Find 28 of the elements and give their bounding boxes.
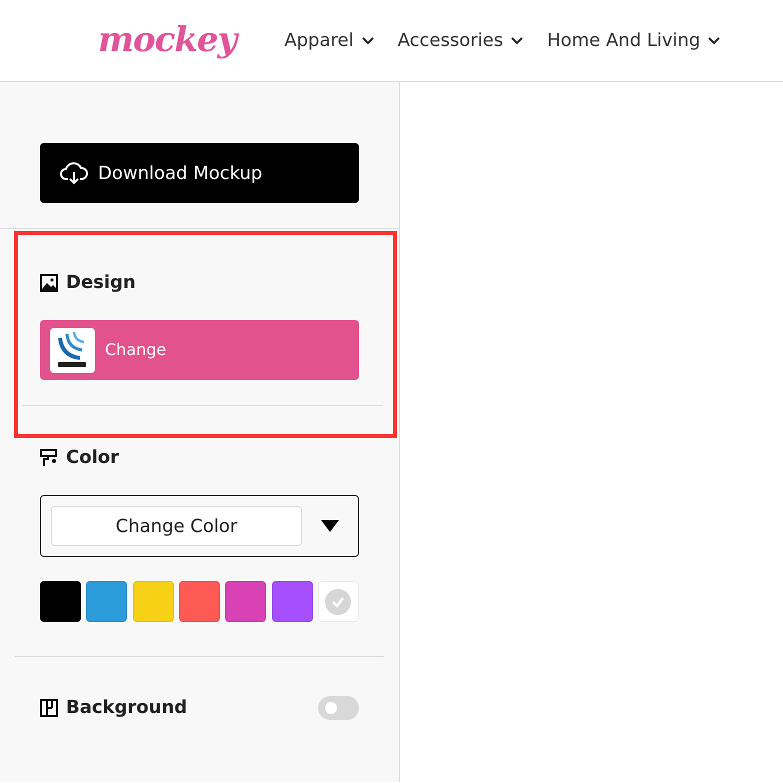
paint-roller-icon xyxy=(40,448,58,466)
color-select[interactable]: Change Color xyxy=(40,495,359,557)
change-design-button[interactable]: Change xyxy=(40,320,359,380)
background-toggle[interactable] xyxy=(318,696,359,720)
nav-menu-item[interactable]: Accessories xyxy=(398,27,524,54)
chevron-down-icon xyxy=(362,36,374,44)
color-swatch[interactable] xyxy=(225,581,266,622)
section-title: Design xyxy=(66,271,136,295)
logo[interactable]: mockey xyxy=(98,15,236,66)
chevron-down-icon xyxy=(511,36,524,44)
layout-icon xyxy=(40,698,58,716)
section-title: Color xyxy=(66,446,119,470)
color-swatch[interactable] xyxy=(318,581,359,622)
image-icon xyxy=(40,274,58,292)
color-swatch[interactable] xyxy=(178,581,220,622)
nav-menu-item[interactable]: Home And Living xyxy=(547,27,720,54)
nav-menu-item[interactable]: Apparel xyxy=(284,27,374,54)
cloud-download-icon xyxy=(60,161,88,185)
chevron-down-icon xyxy=(708,36,720,44)
color-swatch[interactable] xyxy=(40,581,81,622)
color-swatch[interactable] xyxy=(86,581,128,622)
section-title: Background xyxy=(66,696,188,720)
dropdown-arrow-icon xyxy=(320,519,340,533)
change-color-button[interactable]: Change Color xyxy=(51,506,302,546)
color-swatch[interactable] xyxy=(132,581,174,622)
color-swatch[interactable] xyxy=(272,581,313,622)
download-button[interactable]: Download Mockup xyxy=(40,143,359,203)
check-icon xyxy=(325,588,352,614)
